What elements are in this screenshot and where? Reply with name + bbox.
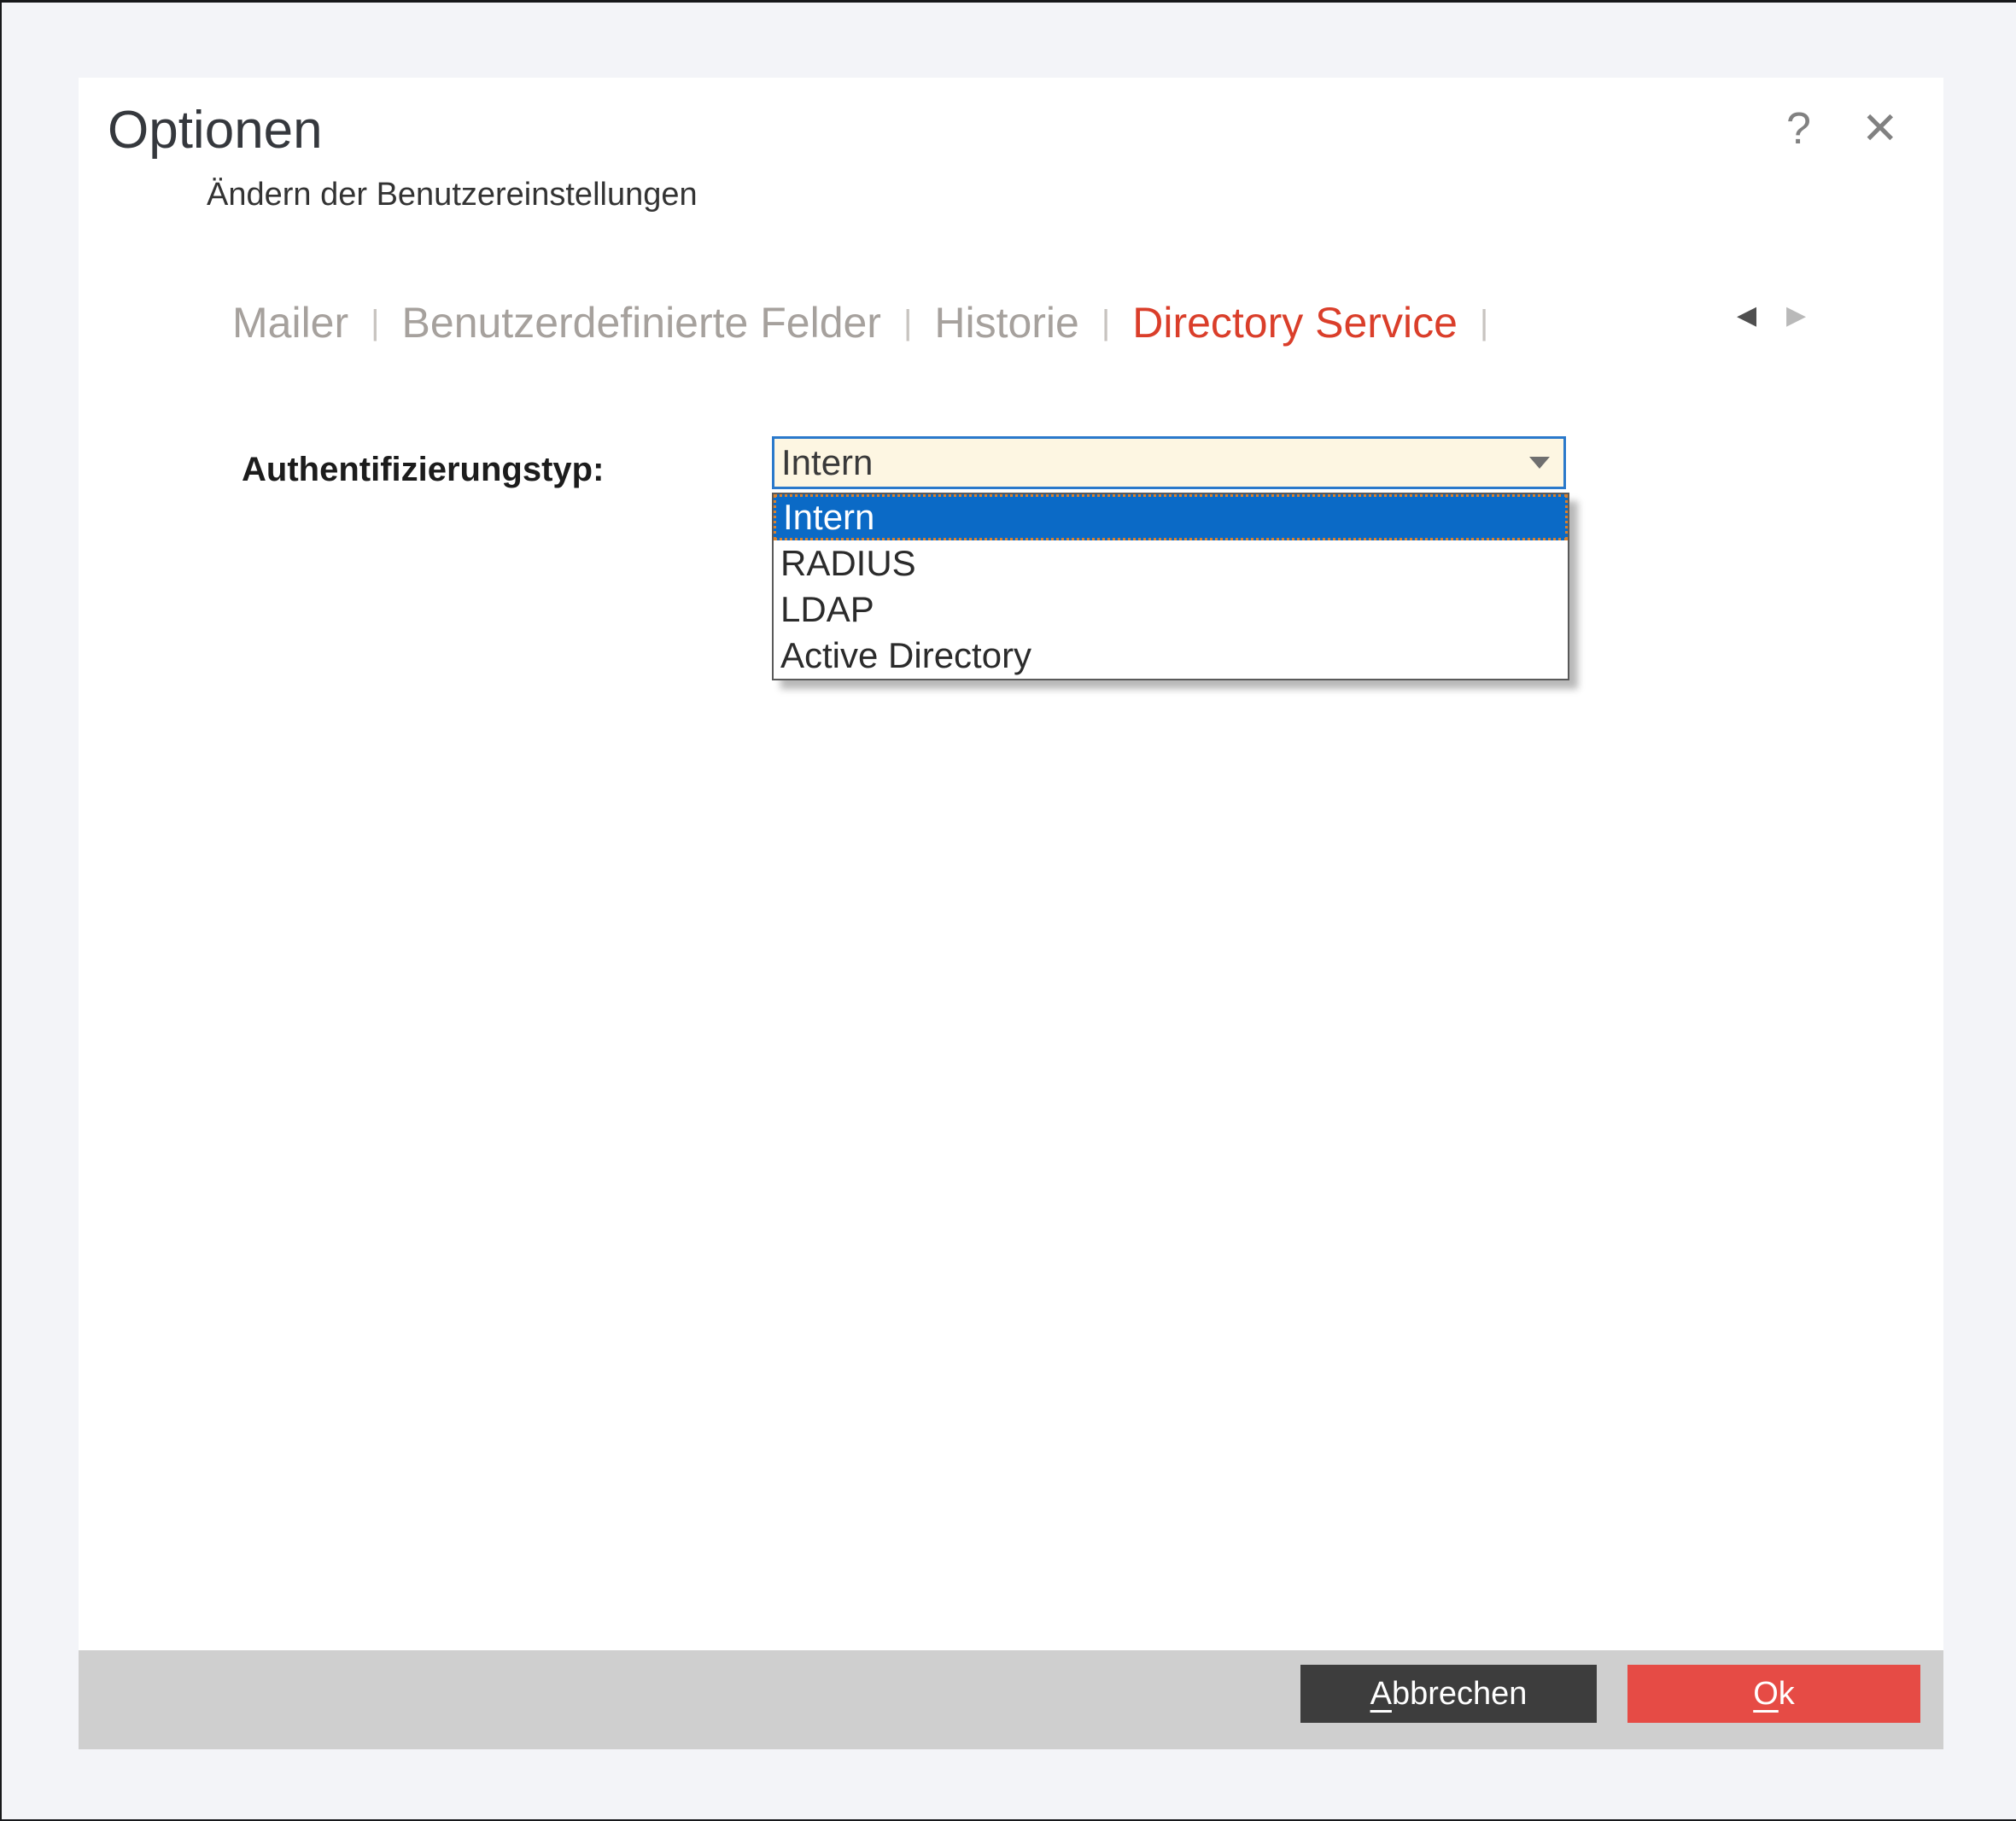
dialog-title: Optionen: [108, 100, 323, 161]
dropdown-option-ldap[interactable]: LDAP: [774, 587, 1568, 633]
tab-directory-service[interactable]: Directory Service: [1132, 298, 1458, 347]
tab-historie[interactable]: Historie: [934, 298, 1078, 347]
cancel-button[interactable]: Abbrechen: [1300, 1665, 1597, 1723]
tab-mailer[interactable]: Mailer: [232, 298, 348, 347]
auth-type-label: Authentifizierungstyp:: [242, 451, 604, 489]
tab-separator: |: [1480, 304, 1488, 342]
tab-bar: Mailer | Benutzerdefinierte Felder | His…: [232, 298, 1511, 347]
ok-button[interactable]: Ok: [1627, 1665, 1920, 1723]
options-dialog: Optionen Ändern der Benutzereinstellunge…: [79, 78, 1943, 1749]
auth-type-dropdown-list: Intern RADIUS LDAP Active Directory: [772, 493, 1569, 680]
dropdown-option-active-directory[interactable]: Active Directory: [774, 633, 1568, 679]
tab-separator: |: [371, 304, 379, 342]
tab-scroll-right-icon[interactable]: ▶: [1786, 303, 1806, 329]
dropdown-option-intern[interactable]: Intern: [774, 494, 1568, 540]
help-icon[interactable]: ?: [1786, 107, 1811, 151]
combobox-value: Intern: [774, 442, 1529, 483]
dropdown-option-radius[interactable]: RADIUS: [774, 540, 1568, 587]
tab-scroll-left-icon[interactable]: ◀: [1737, 303, 1756, 329]
ok-button-label: Ok: [1753, 1676, 1795, 1713]
close-icon[interactable]: ✕: [1861, 107, 1899, 151]
tab-benutzerdefinierte-felder[interactable]: Benutzerdefinierte Felder: [402, 298, 881, 347]
tab-separator: |: [1101, 304, 1110, 342]
dialog-subtitle: Ändern der Benutzereinstellungen: [207, 177, 698, 213]
auth-type-combobox[interactable]: Intern: [772, 436, 1566, 489]
chevron-down-icon: [1529, 457, 1550, 469]
dialog-footer: Abbrechen Ok: [79, 1650, 1943, 1749]
cancel-button-label: Abbrechen: [1370, 1676, 1528, 1713]
tab-separator: |: [903, 304, 912, 342]
screen: Optionen Ändern der Benutzereinstellunge…: [0, 0, 2016, 1821]
